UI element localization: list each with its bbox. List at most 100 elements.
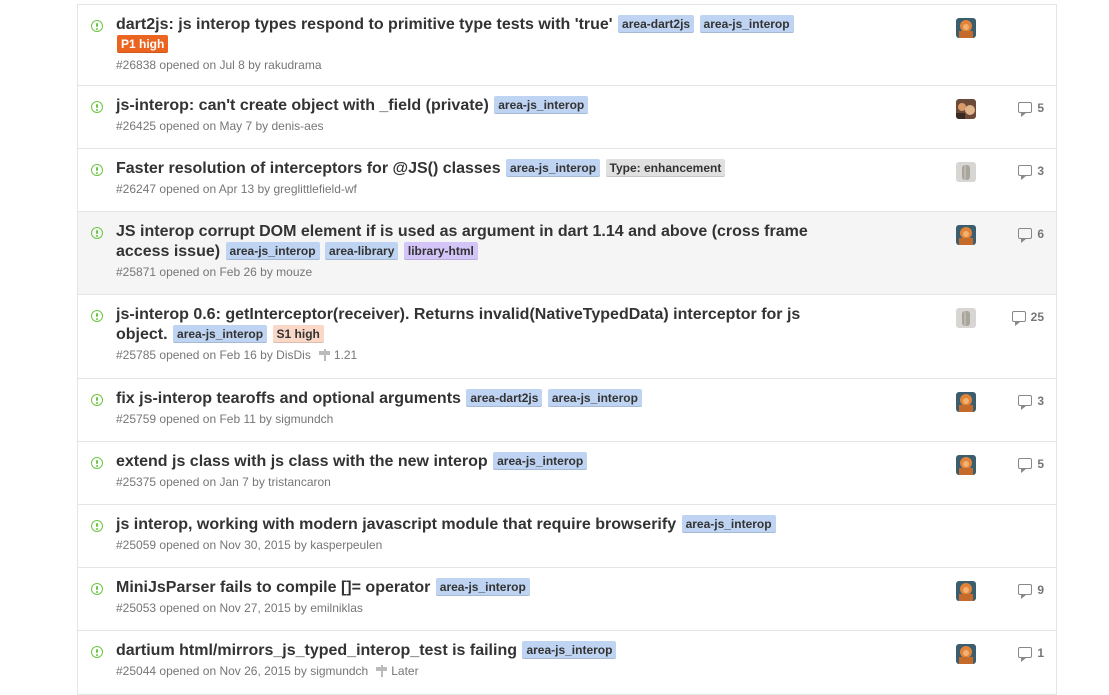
milestone-icon — [376, 665, 388, 677]
comment-count-link[interactable]: 9 — [1018, 583, 1044, 599]
issue-title-link[interactable]: fix js-interop tearoffs and optional arg… — [116, 390, 461, 407]
issue-title-link[interactable]: extend js class with js class with the n… — [116, 453, 488, 470]
comment-icon — [1018, 228, 1033, 243]
issue-author-link[interactable]: tristancaron — [268, 475, 331, 489]
issue-number: #25871 — [116, 265, 157, 279]
issue-label[interactable]: area-js_interop — [547, 389, 642, 407]
issue-title-link[interactable]: Faster resolution of interceptors for @J… — [116, 160, 501, 177]
issue-label[interactable]: area-library — [325, 242, 399, 260]
issue-main: MiniJsParser fails to compile []= operat… — [116, 578, 826, 616]
assignee-avatar[interactable] — [956, 581, 976, 601]
issue-title-line: dart2js: js interop types respond to pri… — [116, 15, 826, 55]
issue-title-line: js-interop 0.6: getInterceptor(receiver)… — [116, 305, 826, 345]
issue-opened-text: opened on Nov 30, 2015 by — [159, 538, 307, 552]
issue-label[interactable]: library-html — [403, 242, 478, 260]
milestone-icon — [318, 349, 331, 361]
issue-title-link[interactable]: js-interop: can't create object with _fi… — [116, 97, 489, 114]
issue-row[interactable]: MiniJsParser fails to compile []= operat… — [78, 568, 1056, 631]
issue-opened-text: opened on Nov 27, 2015 by — [159, 601, 307, 615]
issue-row[interactable]: fix js-interop tearoffs and optional arg… — [78, 379, 1056, 442]
issue-label[interactable]: area-js_interop — [506, 159, 601, 177]
issue-title-line: js interop, working with modern javascri… — [116, 515, 826, 535]
issue-meta: #25785 opened on Feb 16 by DisDis 1.21 — [116, 347, 826, 363]
comment-count: 25 — [1030, 310, 1044, 324]
issue-row[interactable]: dartium html/mirrors_js_typed_interop_te… — [78, 631, 1056, 695]
open-issue-icon — [91, 457, 103, 469]
issue-title-line: JS interop corrupt DOM element if is use… — [116, 222, 826, 262]
assignee-avatar[interactable] — [956, 99, 976, 119]
comment-icon — [1018, 458, 1033, 473]
issue-label[interactable]: area-js_interop — [522, 641, 617, 659]
comment-count-link[interactable]: 3 — [1018, 394, 1044, 410]
issue-label[interactable]: area-js_interop — [681, 515, 776, 533]
issue-main: js interop, working with modern javascri… — [116, 515, 826, 553]
issue-main: extend js class with js class with the n… — [116, 452, 826, 490]
issue-number: #25059 — [116, 538, 157, 552]
issue-label[interactable]: area-js_interop — [173, 325, 268, 343]
issue-title-link[interactable]: MiniJsParser fails to compile []= operat… — [116, 579, 430, 596]
issue-label[interactable]: area-dart2js — [466, 389, 543, 407]
issue-number: #25044 — [116, 664, 157, 678]
issue-number: #26247 — [116, 182, 157, 196]
assignee-avatar[interactable] — [956, 225, 976, 245]
comment-icon — [1018, 395, 1033, 410]
issue-label[interactable]: P1 high — [117, 35, 169, 53]
issue-opened-text: opened on Feb 26 by — [159, 265, 273, 279]
issue-meta: #26425 opened on May 7 by denis-aes — [116, 118, 826, 134]
issue-label[interactable]: area-js_interop — [435, 578, 530, 596]
issue-meta: #25871 opened on Feb 26 by mouze — [116, 264, 826, 280]
open-issue-icon — [91, 227, 103, 239]
issue-row[interactable]: js interop, working with modern javascri… — [78, 505, 1056, 568]
issue-title-line: dartium html/mirrors_js_typed_interop_te… — [116, 641, 826, 661]
open-issue-icon — [91, 20, 103, 32]
issue-label[interactable]: area-js_interop — [494, 96, 589, 114]
issue-author-link[interactable]: rakudrama — [264, 58, 321, 72]
assignee-avatar[interactable] — [956, 308, 976, 328]
issue-row[interactable]: Faster resolution of interceptors for @J… — [78, 149, 1056, 212]
issue-main: JS interop corrupt DOM element if is use… — [116, 222, 826, 280]
issue-list: dart2js: js interop types respond to pri… — [77, 4, 1057, 695]
comment-count-link[interactable]: 3 — [1018, 164, 1044, 180]
issue-row[interactable]: js-interop: can't create object with _fi… — [78, 86, 1056, 149]
issue-title-link[interactable]: dart2js: js interop types respond to pri… — [116, 16, 613, 33]
comment-count-link[interactable]: 5 — [1018, 457, 1044, 473]
issue-row[interactable]: JS interop corrupt DOM element if is use… — [78, 212, 1056, 295]
comment-count: 1 — [1037, 646, 1044, 660]
issue-label[interactable]: area-js_interop — [493, 452, 588, 470]
issue-label[interactable]: area-dart2js — [618, 15, 695, 33]
comment-count-link[interactable]: 25 — [1011, 310, 1044, 326]
issue-author-link[interactable]: kasperpeulen — [310, 538, 382, 552]
issue-milestone[interactable]: 1.21 — [318, 348, 357, 362]
comment-icon — [1011, 311, 1026, 326]
issue-author-link[interactable]: mouze — [276, 265, 312, 279]
comment-count-link[interactable]: 5 — [1018, 101, 1044, 117]
assignee-avatar[interactable] — [956, 644, 976, 664]
issue-milestone[interactable]: Later — [376, 664, 419, 678]
issue-author-link[interactable]: DisDis — [276, 348, 311, 362]
issue-author-link[interactable]: sigmundch — [310, 664, 368, 678]
issue-opened-text: opened on Jan 7 by — [159, 475, 265, 489]
comment-count-link[interactable]: 6 — [1018, 227, 1044, 243]
issue-author-link[interactable]: denis-aes — [271, 119, 323, 133]
assignee-avatar[interactable] — [956, 162, 976, 182]
issue-label[interactable]: Type: enhancement — [605, 159, 726, 177]
issue-author-link[interactable]: sigmundch — [275, 412, 333, 426]
comment-count-link[interactable]: 1 — [1018, 646, 1044, 662]
comment-count: 9 — [1037, 583, 1044, 597]
assignee-avatar[interactable] — [956, 455, 976, 475]
issue-label[interactable]: area-js_interop — [699, 15, 794, 33]
issue-title-link[interactable]: js interop, working with modern javascri… — [116, 516, 676, 533]
comment-icon — [1018, 165, 1033, 180]
assignee-avatar[interactable] — [956, 18, 976, 38]
issue-meta: #25759 opened on Feb 11 by sigmundch — [116, 411, 826, 427]
issue-author-link[interactable]: emilniklas — [310, 601, 363, 615]
issue-row[interactable]: extend js class with js class with the n… — [78, 442, 1056, 505]
assignee-avatar[interactable] — [956, 392, 976, 412]
issue-label[interactable]: S1 high — [272, 325, 324, 343]
issue-row[interactable]: dart2js: js interop types respond to pri… — [78, 5, 1056, 86]
issue-title-link[interactable]: dartium html/mirrors_js_typed_interop_te… — [116, 642, 517, 659]
issue-author-link[interactable]: greglittlefield-wf — [274, 182, 357, 196]
issue-label[interactable]: area-js_interop — [225, 242, 320, 260]
issue-main: fix js-interop tearoffs and optional arg… — [116, 389, 826, 427]
issue-row[interactable]: js-interop 0.6: getInterceptor(receiver)… — [78, 295, 1056, 379]
